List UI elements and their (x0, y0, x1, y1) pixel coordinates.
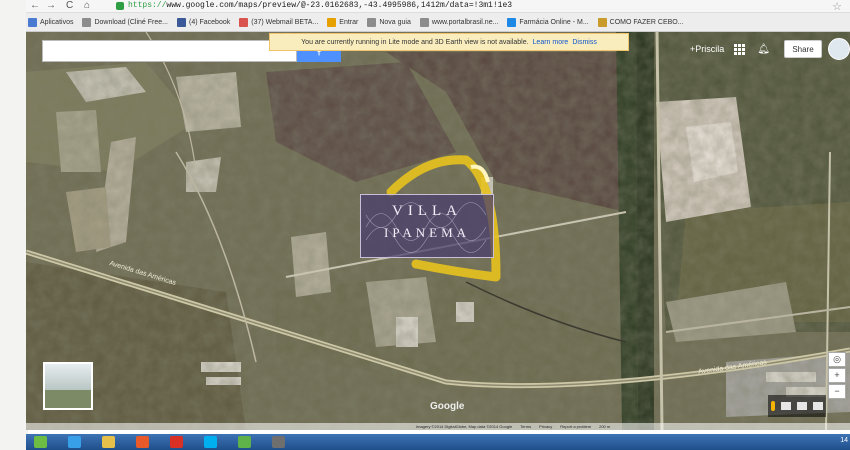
bookmark-label: Farmácia Online - M... (519, 18, 589, 26)
bookmark-label: Aplicativos (40, 18, 74, 26)
bookmark-label: www.portalbrasil.ne... (431, 18, 499, 26)
bookmark-item[interactable]: (4) Facebook (177, 17, 231, 27)
apps-grid-icon[interactable] (734, 43, 746, 55)
clock: 14 (840, 437, 848, 444)
bookmark-item[interactable]: Farmácia Online - M... (507, 17, 589, 27)
apps-icon (28, 17, 37, 27)
url-field[interactable]: https://www.google.com/maps/preview/@-23… (128, 1, 512, 10)
bookmark-item[interactable]: (37) Webmail BETA... (239, 17, 319, 27)
media-icon[interactable] (136, 436, 149, 448)
bookmark-label: Entrar (339, 18, 359, 26)
satellite-map[interactable]: Avenida das Américas Avenida das América… (26, 32, 850, 430)
earth-view-thumbnail[interactable] (43, 362, 93, 410)
bookmark-item[interactable]: Aplicativos (28, 17, 74, 27)
home-icon[interactable]: ⌂ (84, 0, 90, 12)
address-bar: ← → C ⌂ https://www.google.com/maps/prev… (26, 0, 850, 13)
street-view-tools (768, 395, 826, 417)
back-icon[interactable]: ← (30, 0, 40, 12)
bookmarks-bar: Aplicativos Download (Cliné Free... (4) Fa… (26, 13, 850, 32)
bookmark-label: Download (Cliné Free... (94, 18, 168, 26)
page-icon (419, 17, 429, 27)
ie-icon[interactable] (68, 436, 81, 448)
thumbnail-sky (45, 364, 91, 391)
app-icon[interactable] (272, 436, 285, 448)
watermark-line-1: VILLA (392, 203, 462, 219)
photo-tile-icon[interactable] (813, 402, 823, 410)
map-footer-item[interactable]: 200 m (599, 424, 610, 429)
reload-icon[interactable]: C (66, 0, 73, 12)
pharmacy-icon (507, 17, 517, 27)
lite-mode-banner: You are currently running in Lite mode a… (269, 33, 629, 51)
chrome-icon[interactable] (170, 436, 183, 448)
bookmark-item[interactable]: Download (Cliné Free... (82, 17, 168, 27)
google-logo: Google (430, 401, 465, 412)
page-icon (367, 17, 377, 27)
map-footer: Imagery ©2014 DigitalGlobe, Map data ©20… (26, 423, 850, 430)
bookmark-star-icon[interactable]: ☆ (832, 0, 842, 13)
bookmark-item[interactable]: Nova guia (367, 17, 411, 27)
mail-icon (239, 17, 249, 27)
bookmark-label: (37) Webmail BETA... (251, 18, 319, 26)
video-icon (597, 17, 607, 27)
page-icon (82, 17, 92, 27)
villa-ipanema-watermark: VILLA IPANEMA (360, 194, 494, 258)
explorer-icon[interactable] (102, 436, 115, 448)
map-footer-item[interactable]: Terms (520, 424, 531, 429)
bookmark-label: Nova guia (379, 18, 411, 26)
messenger-icon[interactable] (238, 436, 251, 448)
windows-taskbar: 14 (26, 434, 850, 450)
login-icon (327, 17, 337, 27)
user-name-link[interactable]: +Priscila (690, 44, 724, 54)
map-footer-item[interactable]: Privacy (539, 424, 552, 429)
account-controls: +Priscila 🔔︎ Share (690, 38, 850, 60)
notifications-bell-icon[interactable]: 🔔︎ (757, 44, 770, 55)
bookmark-item[interactable]: Entrar (327, 17, 359, 27)
bookmark-item[interactable]: COMO FAZER CEBO... (597, 17, 684, 27)
zoom-out-button[interactable]: − (828, 384, 846, 399)
avatar[interactable] (828, 38, 850, 60)
url-scheme: https:// (128, 1, 167, 10)
photo-tile-icon[interactable] (797, 402, 807, 410)
pegman-icon[interactable] (771, 401, 775, 411)
start-orb-icon[interactable] (34, 436, 47, 448)
zoom-in-button[interactable]: + (828, 368, 846, 383)
lock-icon (116, 2, 124, 10)
search-input[interactable] (42, 40, 297, 62)
dismiss-link[interactable]: Dismiss (572, 39, 597, 46)
map-footer-item[interactable]: Imagery ©2014 DigitalGlobe, Map data ©20… (416, 424, 512, 429)
share-button[interactable]: Share (784, 40, 822, 58)
bookmark-label: COMO FAZER CEBO... (609, 18, 684, 26)
banner-message: You are currently running in Lite mode a… (301, 38, 529, 46)
bookmark-item[interactable]: www.portalbrasil.ne... (419, 17, 499, 27)
skype-icon[interactable] (204, 436, 217, 448)
thumbnail-ground (45, 390, 91, 408)
photo-margin (0, 0, 28, 450)
compass-icon[interactable]: ◎ (828, 352, 846, 367)
map-controls: ◎ + − (828, 352, 846, 400)
map-footer-item[interactable]: Report a problem (560, 424, 591, 429)
photo-tile-icon[interactable] (781, 402, 791, 410)
url-path: www.google.com/maps/preview/@-23.0162683… (166, 1, 513, 10)
facebook-icon (177, 17, 186, 27)
forward-icon[interactable]: → (46, 0, 56, 12)
watermark-line-2: IPANEMA (383, 225, 471, 240)
bookmark-label: (4) Facebook (189, 18, 231, 26)
learn-more-link[interactable]: Learn more (533, 39, 569, 46)
